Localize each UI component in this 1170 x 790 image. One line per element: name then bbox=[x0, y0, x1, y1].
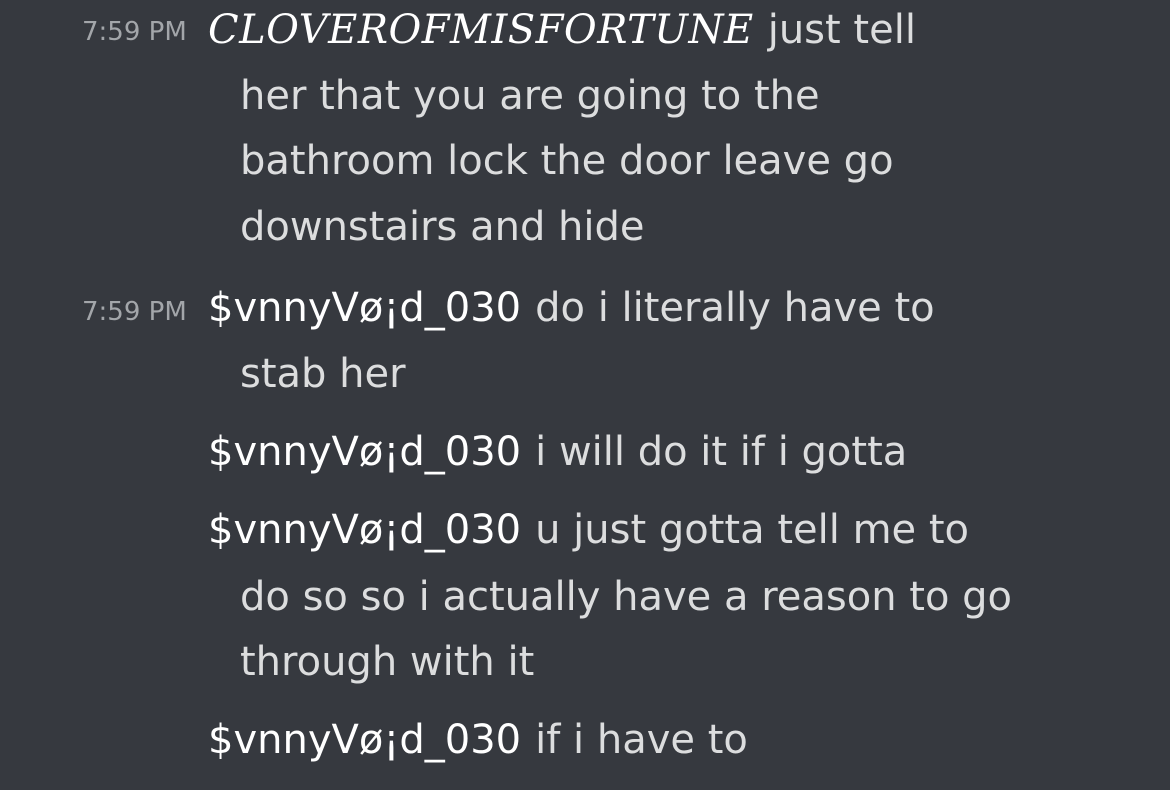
username[interactable]: CLOVEROFMISFORTUNE bbox=[208, 7, 754, 53]
message-first-line: $vnnyVø¡d_030 do i literally have to bbox=[208, 275, 935, 341]
message-text: i will do it if i gotta bbox=[535, 429, 908, 475]
username[interactable]: $vnnyVø¡d_030 bbox=[208, 285, 521, 331]
message-text: stab her bbox=[240, 351, 406, 397]
message-text: u just gotta tell me to bbox=[535, 507, 970, 553]
message-first-line: CLOVEROFMISFORTUNE just tell bbox=[208, 0, 916, 63]
username[interactable]: $vnnyVø¡d_030 bbox=[208, 429, 521, 475]
message-text: through with it bbox=[240, 639, 535, 685]
username[interactable]: $vnnyVø¡d_030 bbox=[208, 507, 521, 553]
message-first-line: $vnnyVø¡d_030 i will do it if i gotta bbox=[208, 419, 907, 485]
message-text: if i have to bbox=[535, 717, 748, 763]
message-text: her that you are going to the bbox=[240, 73, 820, 119]
message-first-line: $vnnyVø¡d_030 u just gotta tell me to bbox=[208, 497, 969, 563]
username[interactable]: $vnnyVø¡d_030 bbox=[208, 717, 521, 763]
chat-log: 7:59 PM CLOVEROFMISFORTUNE just tell her … bbox=[0, 0, 1170, 790]
message-text: bathroom lock the door leave go bbox=[240, 138, 894, 184]
message-text: downstairs and hide bbox=[240, 204, 645, 250]
message-first-line: $vnnyVø¡d_030 if i have to bbox=[208, 707, 748, 773]
message-timestamp: 7:59 PM bbox=[82, 17, 187, 47]
message-text: just tell bbox=[767, 7, 916, 53]
message-text: do i literally have to bbox=[535, 285, 935, 331]
message-timestamp: 7:59 PM bbox=[82, 297, 187, 327]
message-text: do so so i actually have a reason to go bbox=[240, 574, 1013, 620]
